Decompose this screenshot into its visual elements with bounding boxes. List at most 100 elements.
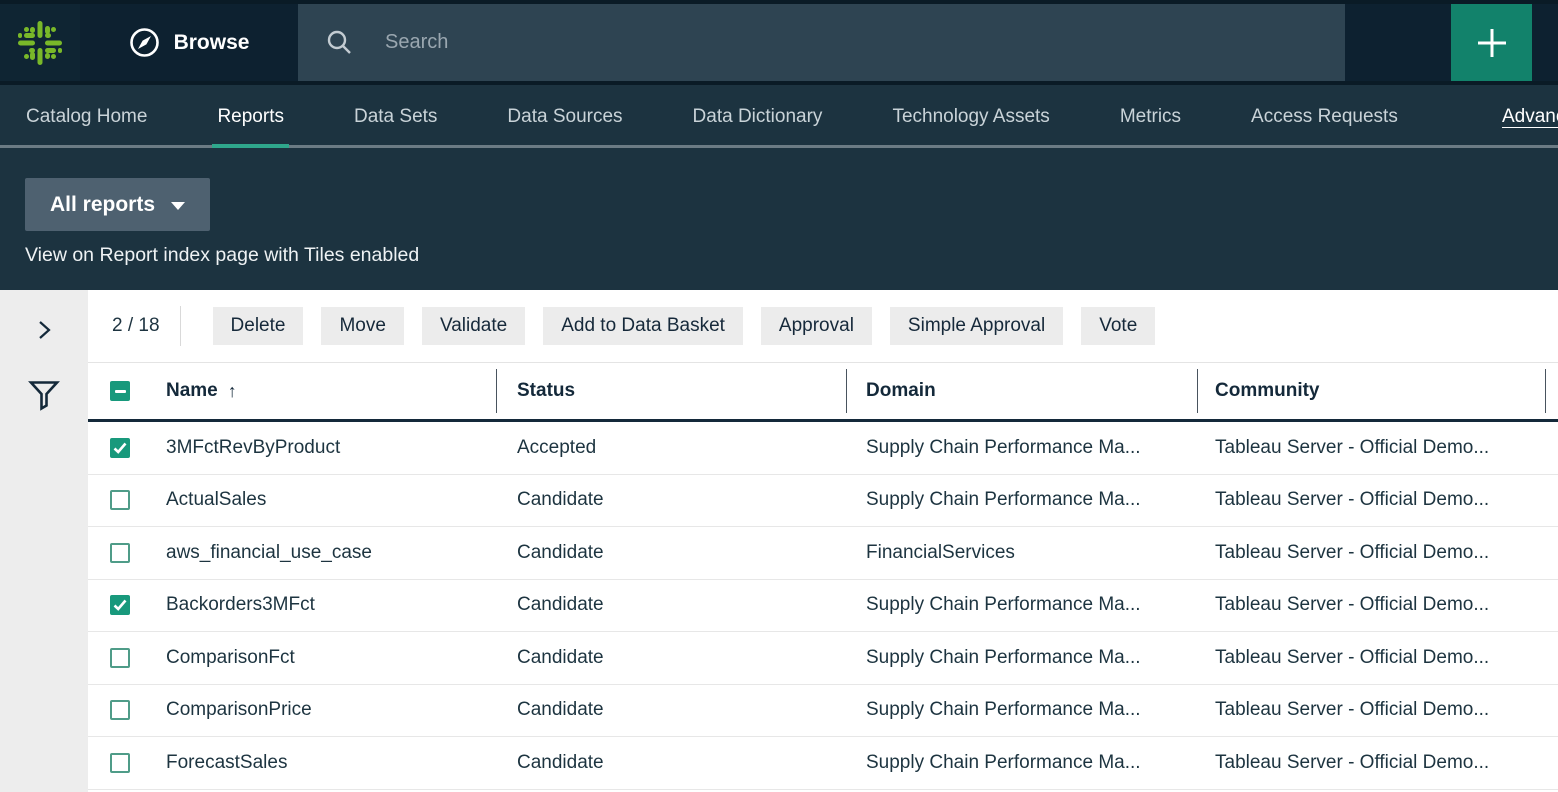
cell-status: Candidate	[496, 489, 846, 511]
check-mark-icon	[113, 442, 127, 454]
cell-domain: Supply Chain Performance Ma...	[846, 489, 1197, 511]
dropdown-caret-icon	[171, 202, 185, 210]
cell-name[interactable]: ForecastSales	[166, 752, 496, 774]
search-icon	[326, 29, 353, 56]
row-checkbox-cell	[88, 438, 166, 458]
select-all-checkbox[interactable]	[110, 381, 130, 401]
search-bar[interactable]	[298, 4, 1345, 81]
row-checkbox-cell	[88, 700, 166, 720]
view-selector-button[interactable]: All reports	[25, 178, 210, 231]
main-panel: 2 / 18 Delete Move Validate Add to Data Bas…	[88, 290, 1558, 792]
selection-count: 2 / 18	[112, 315, 160, 337]
cell-community: Tableau Server - Official Demo...	[1197, 752, 1545, 774]
plus-icon	[1473, 24, 1511, 62]
table-row: Backorders3MFctCandidateSupply Chain Per…	[88, 580, 1558, 633]
nav-tab-access-requests[interactable]: Access Requests	[1251, 85, 1398, 148]
row-checkbox[interactable]	[110, 700, 130, 720]
compass-icon	[129, 27, 160, 58]
header-checkbox-cell	[88, 363, 166, 419]
cell-community: Tableau Server - Official Demo...	[1197, 542, 1545, 564]
column-header-name[interactable]: Name ↑	[166, 363, 496, 419]
cell-community: Tableau Server - Official Demo...	[1197, 647, 1545, 669]
sort-ascending-icon: ↑	[228, 381, 237, 402]
toolbar-button-validate[interactable]: Validate	[422, 307, 525, 345]
column-header-label: Community	[1215, 380, 1320, 402]
toolbar-button-add-to-data-basket[interactable]: Add to Data Basket	[543, 307, 743, 345]
filter-button[interactable]	[22, 373, 66, 420]
cell-community: Tableau Server - Official Demo...	[1197, 699, 1545, 721]
column-header-status[interactable]: Status	[496, 363, 846, 419]
column-header-community[interactable]: Community	[1197, 363, 1545, 419]
row-checkbox-cell	[88, 490, 166, 510]
column-header-label: Status	[517, 380, 575, 402]
cell-community: Tableau Server - Official Demo...	[1197, 437, 1545, 459]
nav-tab-reports[interactable]: Reports	[217, 85, 284, 148]
cell-name[interactable]: ActualSales	[166, 489, 496, 511]
collibra-logo-icon	[16, 19, 64, 67]
header-tail-divider	[1545, 363, 1558, 419]
nav-tab-data-sets[interactable]: Data Sets	[354, 85, 437, 148]
row-checkbox-cell	[88, 543, 166, 563]
nav-tab-data-dictionary[interactable]: Data Dictionary	[693, 85, 823, 148]
column-header-label: Domain	[866, 380, 936, 402]
cell-status: Candidate	[496, 752, 846, 774]
row-checkbox-cell	[88, 595, 166, 615]
view-selector-label: All reports	[50, 193, 155, 217]
nav-tab-advanced[interactable]: Advanced	[1502, 85, 1558, 148]
row-checkbox[interactable]	[110, 438, 130, 458]
cell-status: Candidate	[496, 699, 846, 721]
toolbar-button-simple-approval[interactable]: Simple Approval	[890, 307, 1063, 345]
cell-domain: Supply Chain Performance Ma...	[846, 594, 1197, 616]
chevron-right-icon	[33, 318, 55, 342]
view-description: View on Report index page with Tiles ena…	[25, 244, 1558, 267]
row-checkbox[interactable]	[110, 753, 130, 773]
cell-community: Tableau Server - Official Demo...	[1197, 594, 1545, 616]
nav-tab-data-sources[interactable]: Data Sources	[507, 85, 622, 148]
hero-section: All reports View on Report index page wi…	[0, 148, 1558, 290]
table-row: aws_financial_use_caseCandidateFinancial…	[88, 527, 1558, 580]
topbar-right-area	[1345, 4, 1558, 81]
cell-status: Candidate	[496, 594, 846, 616]
bulk-actions-toolbar: 2 / 18 Delete Move Validate Add to Data Bas…	[88, 290, 1558, 362]
nav-tab-metrics[interactable]: Metrics	[1120, 85, 1181, 148]
cell-domain: Supply Chain Performance Ma...	[846, 647, 1197, 669]
nav-tab-technology-assets[interactable]: Technology Assets	[892, 85, 1049, 148]
cell-domain: FinancialServices	[846, 542, 1197, 564]
table-row: ComparisonFctCandidateSupply Chain Perfo…	[88, 632, 1558, 685]
browse-menu[interactable]: Browse	[80, 4, 298, 81]
cell-domain: Supply Chain Performance Ma...	[846, 699, 1197, 721]
toolbar-button-move[interactable]: Move	[321, 307, 403, 345]
create-asset-button[interactable]	[1451, 4, 1532, 81]
table-row: ForecastSalesCandidateSupply Chain Perfo…	[88, 737, 1558, 790]
row-checkbox[interactable]	[110, 543, 130, 563]
table-row: ActualSalesCandidateSupply Chain Perform…	[88, 475, 1558, 528]
cell-status: Candidate	[496, 647, 846, 669]
toolbar-divider	[180, 306, 181, 346]
expand-panel-button[interactable]	[29, 314, 59, 349]
cell-name[interactable]: 3MFctRevByProduct	[166, 437, 496, 459]
cell-name[interactable]: Backorders3MFct	[166, 594, 496, 616]
app-logo[interactable]	[0, 4, 80, 81]
nav-tab-catalog-home[interactable]: Catalog Home	[26, 85, 147, 148]
toolbar-button-delete[interactable]: Delete	[213, 307, 304, 345]
row-checkbox-cell	[88, 753, 166, 773]
row-checkbox[interactable]	[110, 490, 130, 510]
table-row: ComparisonPriceCandidateSupply Chain Per…	[88, 685, 1558, 738]
column-header-domain[interactable]: Domain	[846, 363, 1197, 419]
row-checkbox[interactable]	[110, 648, 130, 668]
cell-name[interactable]: ComparisonPrice	[166, 699, 496, 721]
table-header-row: Name ↑ Status Domain Community	[88, 362, 1558, 422]
search-input[interactable]	[385, 31, 1345, 54]
primary-nav: Catalog Home Reports Data Sets Data Sources…	[0, 85, 1558, 148]
row-checkbox[interactable]	[110, 595, 130, 615]
cell-status: Accepted	[496, 437, 846, 459]
column-header-label: Name	[166, 380, 218, 402]
toolbar-button-approval[interactable]: Approval	[761, 307, 872, 345]
toolbar-button-vote[interactable]: Vote	[1081, 307, 1155, 345]
cell-name[interactable]: aws_financial_use_case	[166, 542, 496, 564]
cell-name[interactable]: ComparisonFct	[166, 647, 496, 669]
cell-status: Candidate	[496, 542, 846, 564]
filter-sidebar	[0, 290, 88, 792]
content-area: 2 / 18 Delete Move Validate Add to Data Bas…	[0, 290, 1558, 792]
toolbar-buttons: Delete Move Validate Add to Data Basket Appr…	[213, 307, 1174, 345]
